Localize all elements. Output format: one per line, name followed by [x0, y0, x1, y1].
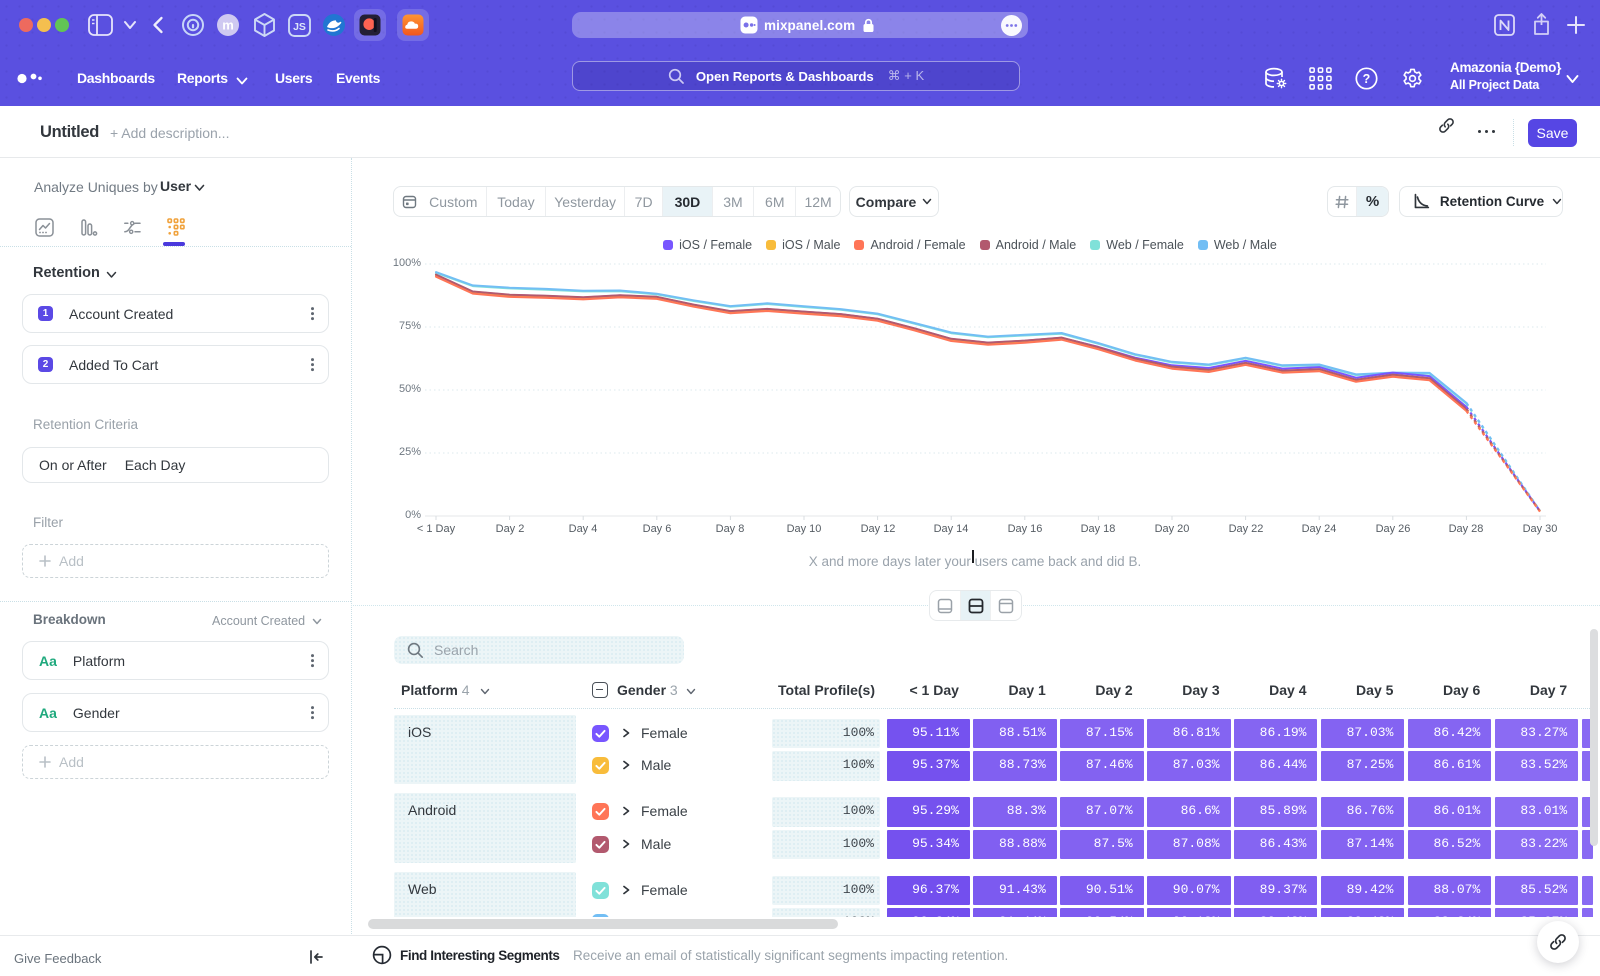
svg-text:JS: JS [293, 21, 306, 33]
svg-text:m: m [222, 18, 234, 33]
svg-text:?: ? [1363, 72, 1371, 86]
